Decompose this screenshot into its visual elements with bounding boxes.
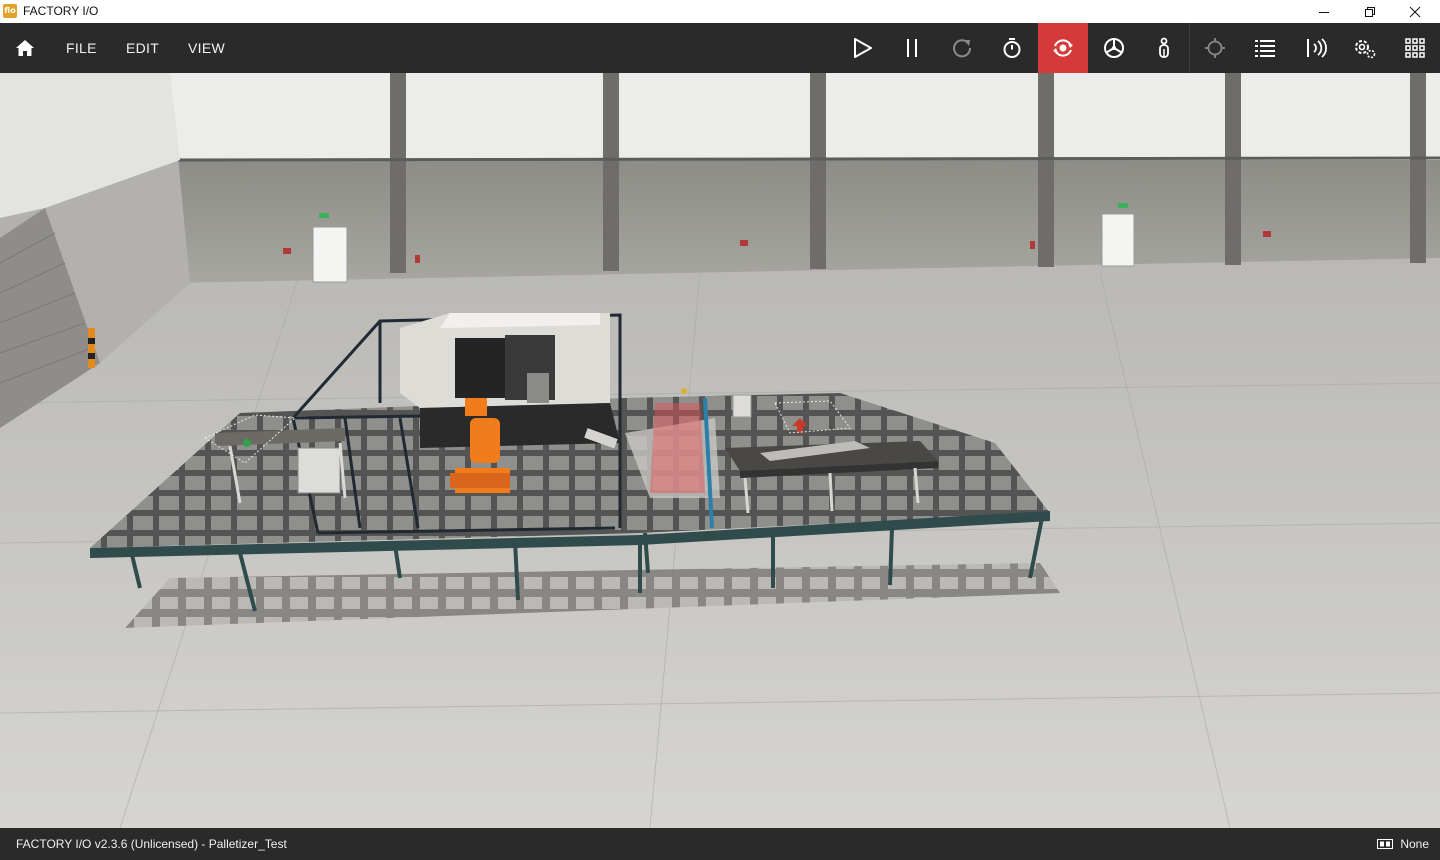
light-curtain bbox=[650, 403, 705, 493]
pause-icon bbox=[907, 39, 917, 57]
play-button[interactable] bbox=[837, 23, 887, 73]
timer-icon bbox=[1003, 38, 1021, 58]
parts-list-button[interactable] bbox=[1240, 23, 1290, 73]
home-button[interactable] bbox=[0, 23, 50, 73]
minimize-icon bbox=[1319, 11, 1329, 13]
home-icon bbox=[16, 40, 34, 56]
restore-icon bbox=[1365, 6, 1375, 17]
fly-camera-icon bbox=[1104, 38, 1124, 58]
minimize-button[interactable] bbox=[1301, 0, 1347, 23]
menu-view[interactable]: VIEW bbox=[188, 23, 225, 73]
driver-status[interactable]: None bbox=[1377, 837, 1429, 851]
menu-file[interactable]: FILE bbox=[66, 23, 97, 73]
title-bar: fio FACTORY I/O bbox=[0, 0, 1440, 23]
door-left bbox=[312, 226, 348, 283]
machining-center bbox=[400, 313, 620, 448]
sensors-button[interactable] bbox=[1290, 23, 1340, 73]
timer-button[interactable] bbox=[987, 23, 1037, 73]
orbit-camera-button[interactable] bbox=[1038, 23, 1088, 73]
door-right bbox=[1101, 213, 1135, 267]
first-person-button[interactable] bbox=[1139, 23, 1189, 73]
grid-icon bbox=[1405, 38, 1425, 58]
factory-scene bbox=[0, 73, 1440, 828]
play-icon bbox=[854, 38, 872, 58]
list-icon bbox=[1255, 40, 1275, 57]
restore-button[interactable] bbox=[1347, 0, 1393, 23]
first-person-icon bbox=[1159, 37, 1169, 58]
settings-icon bbox=[1355, 40, 1376, 59]
wall-upper bbox=[170, 73, 1440, 160]
control-box bbox=[297, 447, 341, 494]
pick-button[interactable] bbox=[1190, 23, 1240, 73]
close-icon bbox=[1409, 6, 1421, 17]
scene-viewport[interactable] bbox=[0, 73, 1440, 828]
drivers-button[interactable] bbox=[1390, 23, 1440, 73]
main-toolbar: FILE EDIT VIEW bbox=[0, 23, 1440, 73]
driver-label: None bbox=[1400, 837, 1429, 851]
status-text: FACTORY I/O v2.3.6 (Unlicensed) - Pallet… bbox=[16, 837, 287, 851]
reset-button[interactable] bbox=[937, 23, 987, 73]
reset-icon bbox=[953, 39, 972, 58]
close-button[interactable] bbox=[1392, 0, 1438, 23]
fly-camera-button[interactable] bbox=[1089, 23, 1139, 73]
sensor-icon bbox=[1307, 38, 1327, 58]
window-title: FACTORY I/O bbox=[23, 4, 99, 18]
pause-button[interactable] bbox=[887, 23, 937, 73]
crosshair-icon bbox=[1205, 38, 1225, 58]
driver-icon bbox=[1377, 839, 1394, 849]
settings-button[interactable] bbox=[1340, 23, 1390, 73]
orbit-camera-icon bbox=[1053, 39, 1073, 57]
app-logo: fio bbox=[3, 4, 17, 18]
menu-edit[interactable]: EDIT bbox=[126, 23, 159, 73]
status-bar: FACTORY I/O v2.3.6 (Unlicensed) - Pallet… bbox=[0, 828, 1440, 860]
